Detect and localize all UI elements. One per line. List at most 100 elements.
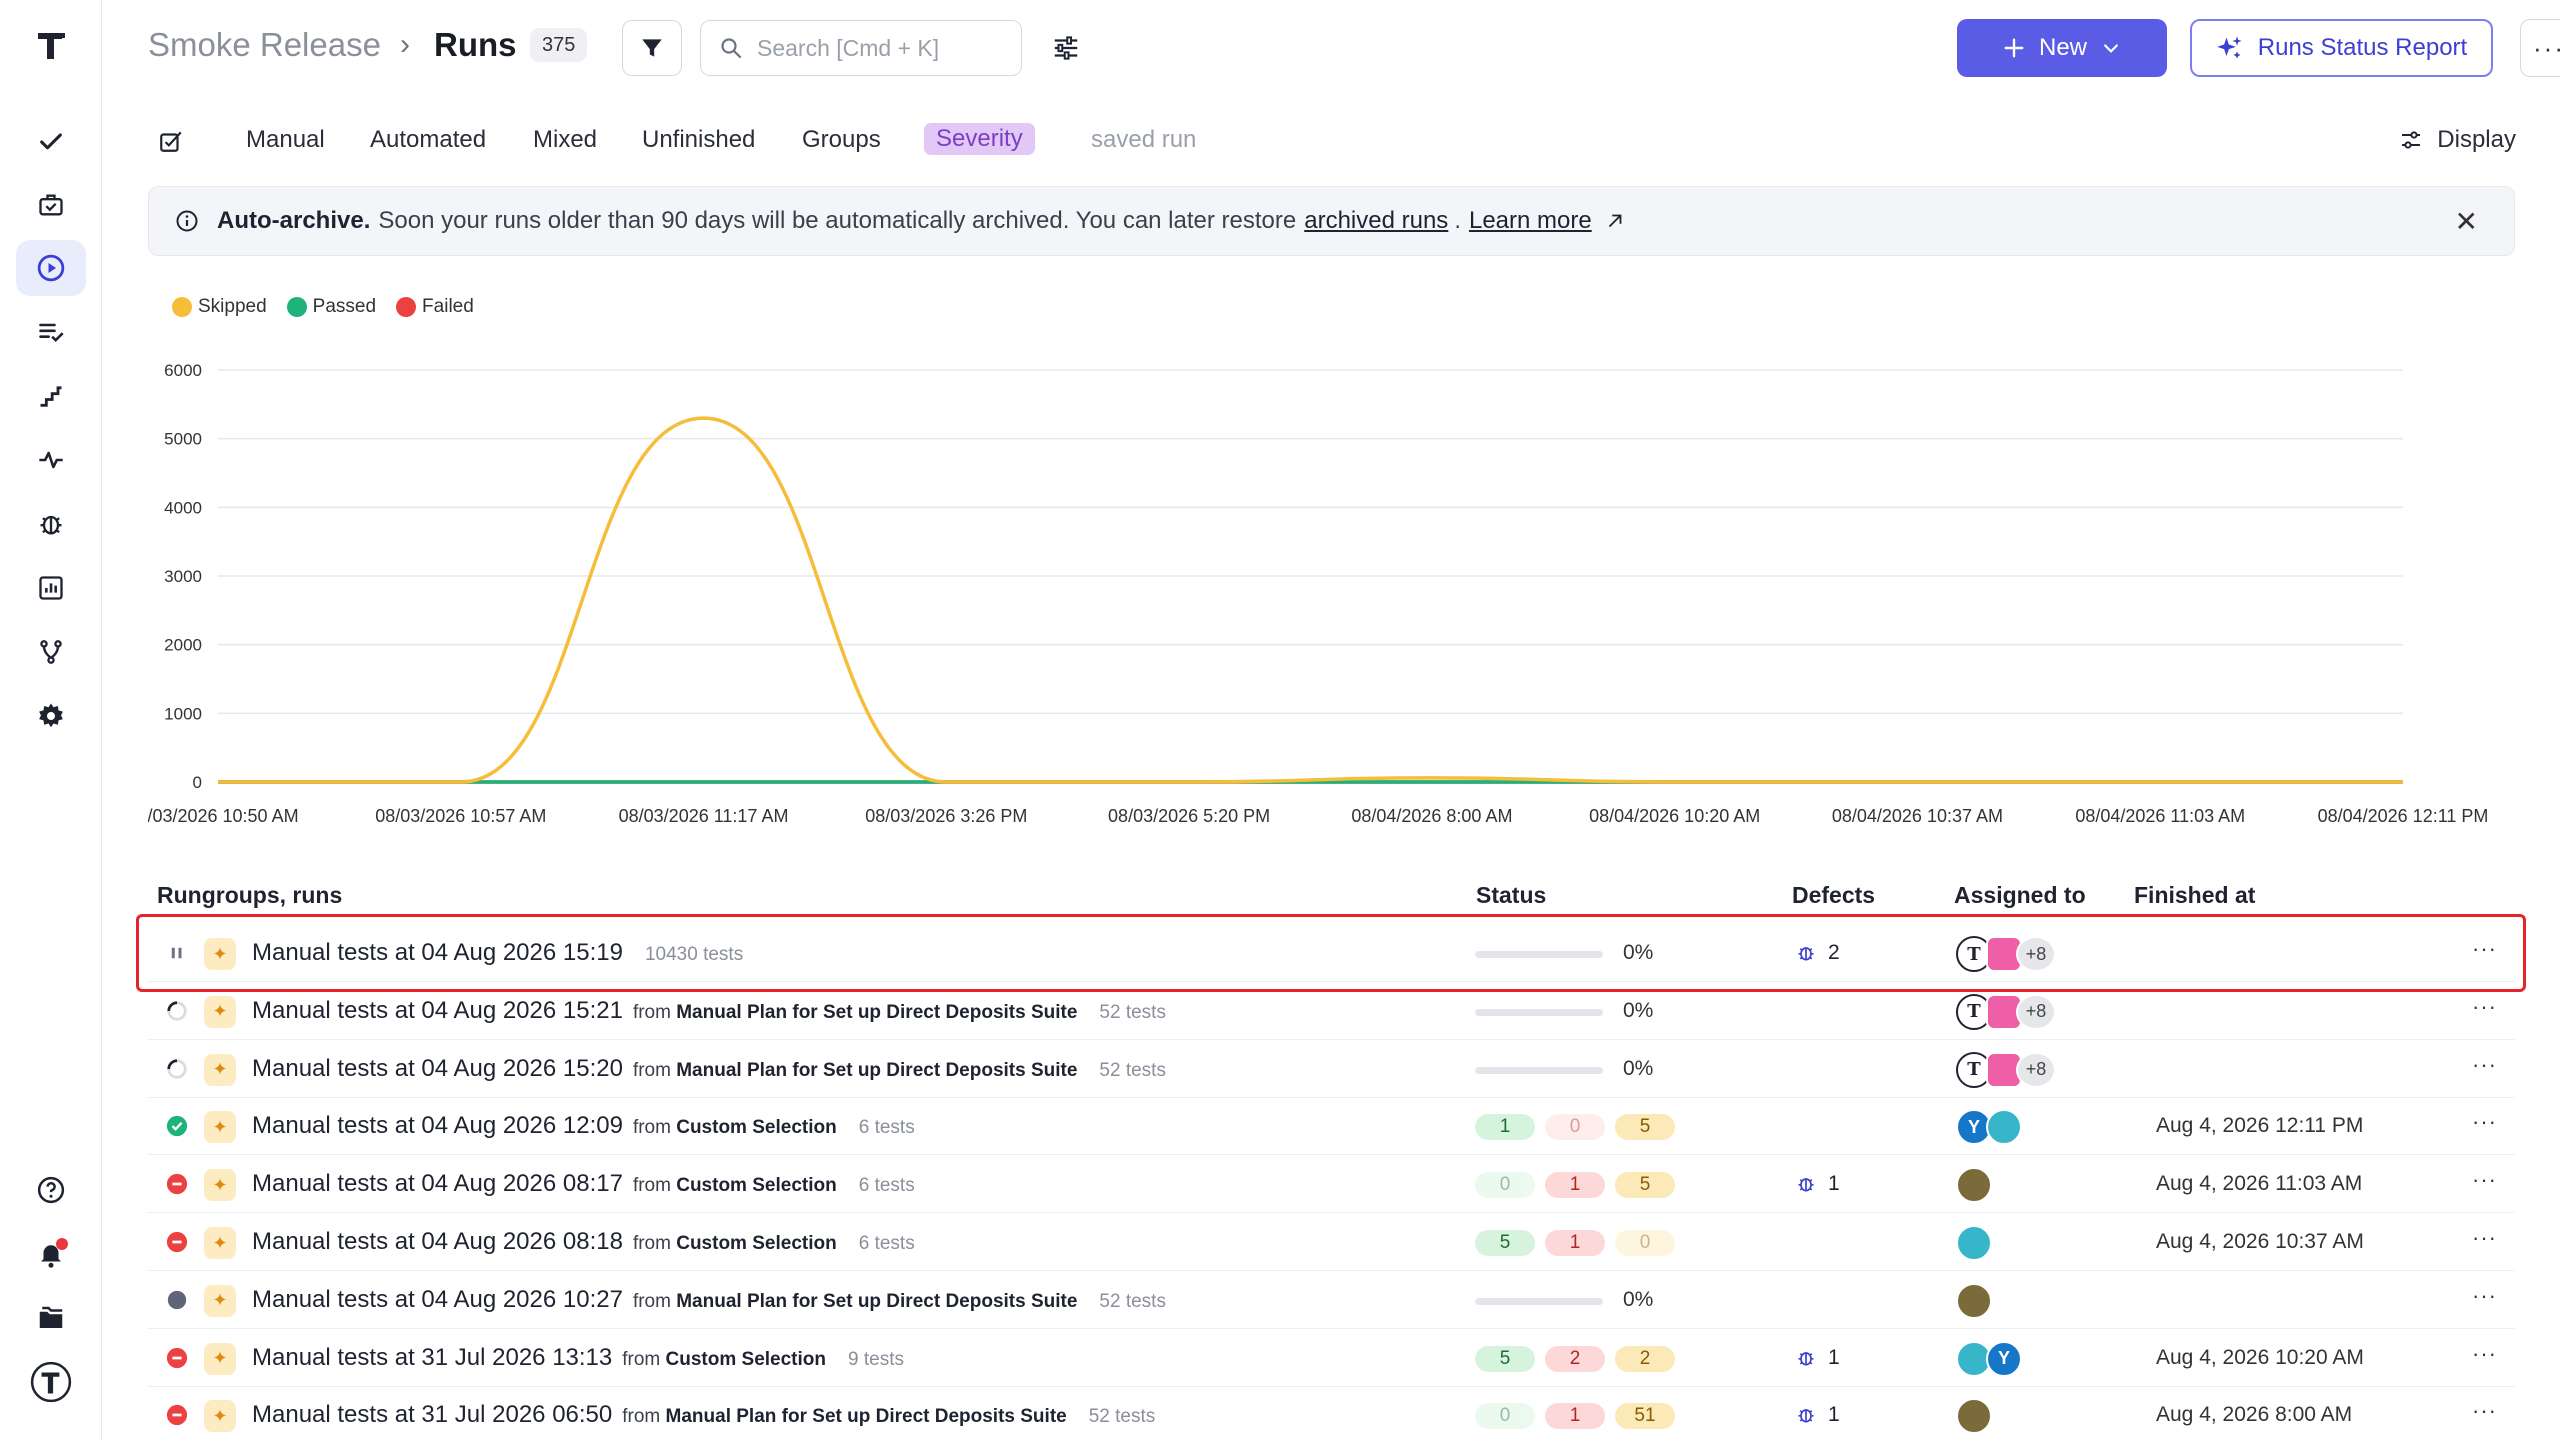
table-row[interactable]: ✦ Manual tests at 04 Aug 2026 15:20 from M… [148,1040,2515,1098]
manual-run-icon: ✦ [204,1342,236,1375]
run-title[interactable]: Manual tests at 04 Aug 2026 15:19 10430 t… [252,939,743,967]
assignee-avatars[interactable]: Y [1956,1340,2022,1377]
table-row[interactable]: ✦ Manual tests at 04 Aug 2026 15:19 10430 … [148,924,2515,982]
learn-more-link[interactable]: Learn more [1469,207,1592,235]
manual-run-icon: ✦ [204,938,236,970]
table-row[interactable]: ✦ Manual tests at 31 Jul 2026 06:50 from M… [148,1386,2515,1440]
run-title[interactable]: Manual tests at 31 Jul 2026 06:50 from Ma… [252,1401,1155,1429]
assignee-avatars[interactable]: Y [1956,1109,2022,1146]
run-title[interactable]: Manual tests at 31 Jul 2026 13:13 from Cu… [252,1344,904,1372]
run-title[interactable]: Manual tests at 04 Aug 2026 12:09 from Cu… [252,1112,915,1140]
row-more-button[interactable]: ··· [2472,1167,2497,1193]
assignee-avatars[interactable]: T +8 [1956,1051,2056,1088]
header-status[interactable]: Status [1476,882,1546,909]
run-title[interactable]: Manual tests at 04 Aug 2026 15:20 from Ma… [252,1055,1166,1083]
rail-runs-icon[interactable] [16,240,86,296]
tab-severity[interactable]: Severity [924,123,1035,155]
external-link-icon[interactable] [1604,210,1626,232]
run-title[interactable]: Manual tests at 04 Aug 2026 08:17 from Cu… [252,1170,915,1198]
run-title[interactable]: Manual tests at 04 Aug 2026 08:18 from Cu… [252,1228,915,1256]
rail-account-icon[interactable] [16,1354,86,1410]
tab-unfinished[interactable]: Unfinished [642,126,755,154]
assignee-avatars[interactable]: T +8 [1956,993,2056,1030]
rail-plans-icon[interactable] [16,304,86,360]
row-more-button[interactable]: ··· [2472,1052,2497,1078]
run-source: from Manual Plan for Set up Direct Depos… [633,1291,1077,1312]
run-defects[interactable]: 1 [1796,1346,1840,1370]
rail-settings-icon[interactable] [16,688,86,744]
table-row[interactable]: ✦ Manual tests at 04 Aug 2026 12:09 from C… [148,1097,2515,1156]
row-more-button[interactable]: ··· [2472,936,2497,962]
display-button[interactable]: Display [2399,126,2516,154]
table-row[interactable]: ✦ Manual tests at 04 Aug 2026 08:17 from C… [148,1155,2515,1214]
more-assignees-badge: +8 [2016,936,2056,972]
filter-button[interactable] [622,20,682,76]
column-settings-button[interactable] [1046,28,1086,68]
row-more-button[interactable]: ··· [2472,1398,2497,1424]
breadcrumb-project[interactable]: Smoke Release [148,26,381,64]
header-more-button[interactable]: ··· [2520,19,2560,77]
table-row[interactable]: ✦ Manual tests at 31 Jul 2026 13:13 from C… [148,1329,2515,1387]
rail-folders-icon[interactable] [16,1290,86,1346]
rail-pulse-icon[interactable] [16,432,86,488]
assignee-avatars[interactable] [1956,1282,1992,1319]
row-more-button[interactable]: ··· [2472,1109,2497,1135]
run-title-text: Manual tests at 04 Aug 2026 10:27 [252,1285,623,1313]
assignee-avatars[interactable] [1956,1398,1992,1435]
run-title-text: Manual tests at 31 Jul 2026 13:13 [252,1343,613,1371]
run-source-from: from [622,1348,661,1370]
row-more-button[interactable]: ··· [2472,1283,2497,1309]
run-tests-count: 6 tests [858,1117,915,1139]
row-more-button[interactable]: ··· [2472,994,2497,1020]
header-defects[interactable]: Defects [1792,882,1875,909]
runs-status-report-button[interactable]: Runs Status Report [2190,19,2493,77]
row-more-button[interactable]: ··· [2472,1341,2497,1367]
banner-close-icon[interactable]: ✕ [2455,205,2478,238]
tab-mixed[interactable]: Mixed [533,126,597,154]
run-defects[interactable]: 1 [1796,1403,1840,1427]
assignee-avatars[interactable]: T +8 [1956,936,2056,972]
rail-help-icon[interactable] [16,1162,86,1218]
run-tests-count: 10430 tests [644,944,744,965]
rail-analytics-icon[interactable] [16,560,86,616]
rail-notifications-icon[interactable] [16,1226,86,1282]
run-tests-count: 52 tests [1099,1290,1166,1312]
rail-briefcase-icon[interactable] [16,177,86,233]
y-tick-label: 3000 [164,567,202,586]
table-row[interactable]: ✦ Manual tests at 04 Aug 2026 08:18 from C… [148,1213,2515,1271]
run-defects[interactable]: 2 [1796,941,1840,965]
new-run-button[interactable]: New [1957,19,2167,77]
rail-steps-icon[interactable] [16,368,86,424]
rail-branch-icon[interactable] [16,624,86,680]
table-row[interactable]: ✦ Manual tests at 04 Aug 2026 15:21 from M… [148,982,2515,1040]
bug-icon [1798,1178,1814,1192]
header-finished[interactable]: Finished at [2134,882,2255,909]
app-logo-icon[interactable] [29,24,73,68]
archived-runs-link[interactable]: archived runs [1304,207,1448,235]
table-row[interactable]: ✦ Manual tests at 04 Aug 2026 10:27 from M… [148,1271,2515,1329]
run-defects[interactable]: 1 [1796,1172,1840,1196]
header-rungroups[interactable]: Rungroups, runs [157,882,342,909]
search-input[interactable]: Search [Cmd + K] [700,20,1022,76]
tab-groups[interactable]: Groups [802,126,881,154]
run-title-text: Manual tests at 04 Aug 2026 12:09 [252,1112,623,1140]
status-count-pill: 5 [1615,1114,1675,1141]
run-source: from Custom Selection [633,1233,837,1254]
tab-saved-run[interactable]: saved run [1091,126,1196,154]
run-source-from: from [622,1406,661,1428]
tab-automated[interactable]: Automated [370,126,486,154]
select-runs-icon[interactable] [158,128,184,159]
rail-bug-icon[interactable] [16,496,86,552]
assignee-avatars[interactable] [1956,1167,1992,1204]
run-title[interactable]: Manual tests at 04 Aug 2026 15:21 from Ma… [252,997,1166,1025]
page-title: Runs [434,26,517,63]
rail-checks-icon[interactable] [16,114,86,170]
banner-text: Soon your runs older than 90 days will b… [378,207,1297,234]
tab-manual[interactable]: Manual [246,126,325,154]
run-title[interactable]: Manual tests at 04 Aug 2026 10:27 from Ma… [252,1286,1166,1314]
assignee-avatars[interactable] [1956,1225,1992,1261]
run-status-running-icon [166,1058,188,1080]
header-assigned[interactable]: Assigned to [1954,882,2086,909]
row-more-button[interactable]: ··· [2472,1225,2497,1251]
defects-count: 1 [1828,1345,1840,1369]
